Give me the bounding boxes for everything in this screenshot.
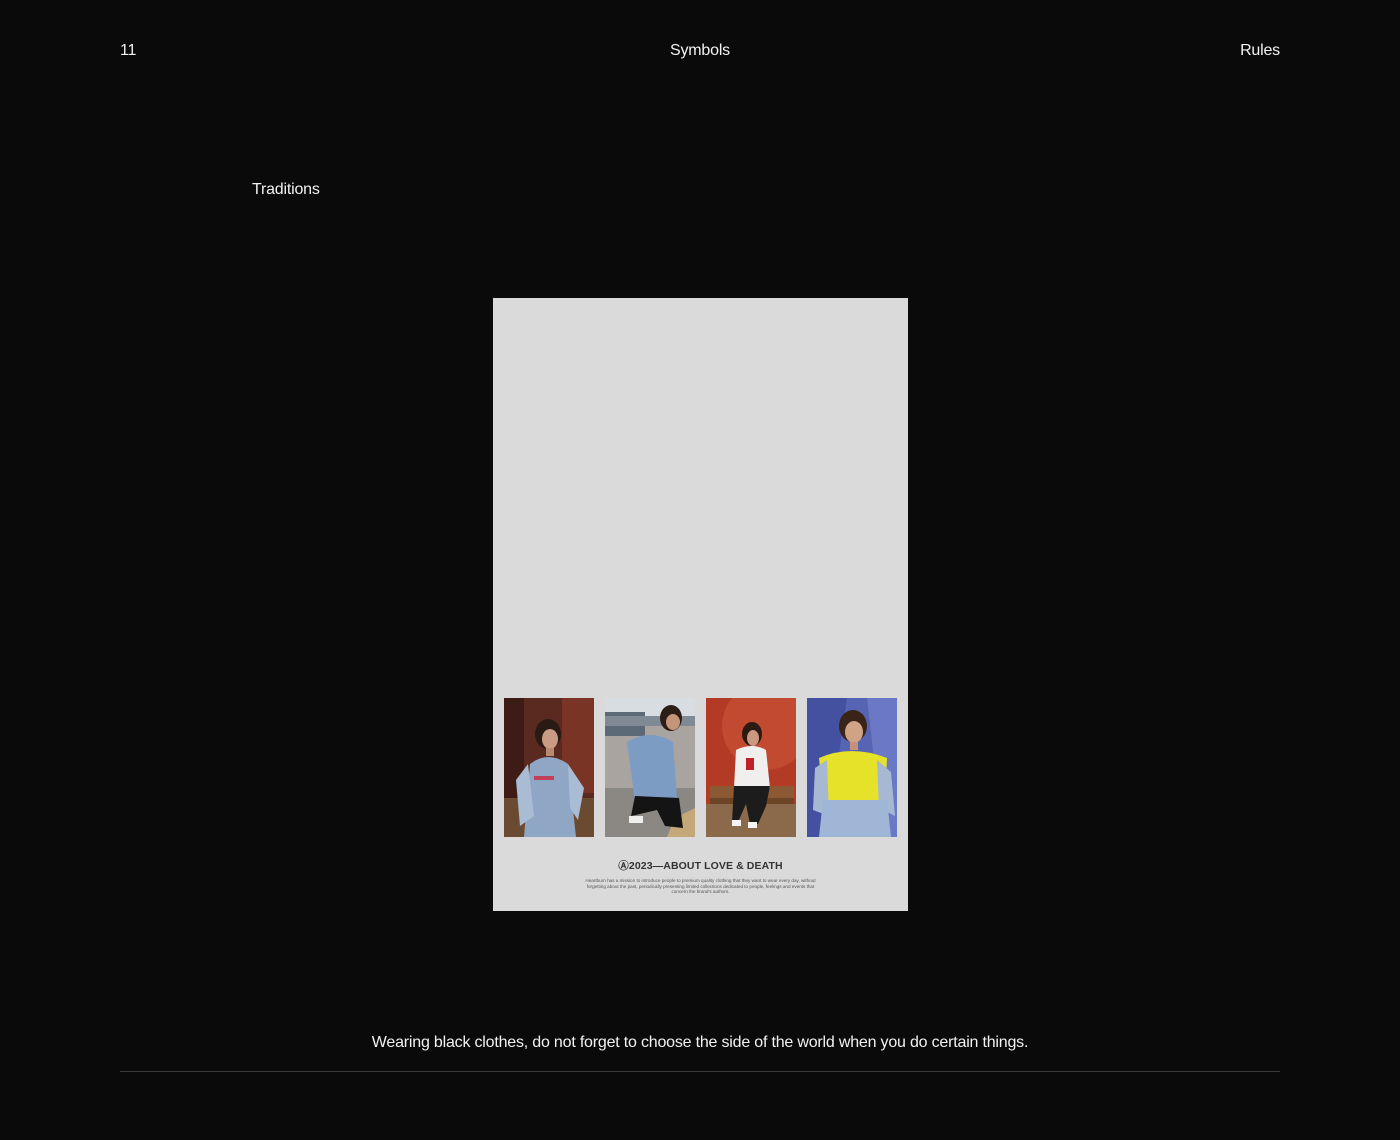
- section-label: Traditions: [252, 181, 320, 198]
- poster-mockup: Ⓐ2023—ABOUT LOVE & DEATH Heartburn has a…: [493, 298, 908, 911]
- footer-caption: Wearing black clothes, do not forget to …: [371, 1034, 1029, 1051]
- poster-title: Ⓐ2023—ABOUT LOVE & DEATH: [618, 860, 783, 872]
- poster-photo-4: [807, 698, 897, 837]
- poster-body-text: Heartburn has a mission to introduce peo…: [585, 878, 816, 895]
- top-nav: 11 Symbols Rules: [120, 40, 1280, 62]
- poster-photo-1: [504, 698, 594, 837]
- nav-link-rules[interactable]: Rules: [1240, 40, 1280, 62]
- page-number: 11: [120, 42, 137, 59]
- poster-photo-2: [605, 698, 695, 837]
- nav-link-symbols[interactable]: Symbols: [670, 40, 730, 62]
- poster-photo-3: [706, 698, 796, 837]
- footer-divider: [120, 1071, 1280, 1072]
